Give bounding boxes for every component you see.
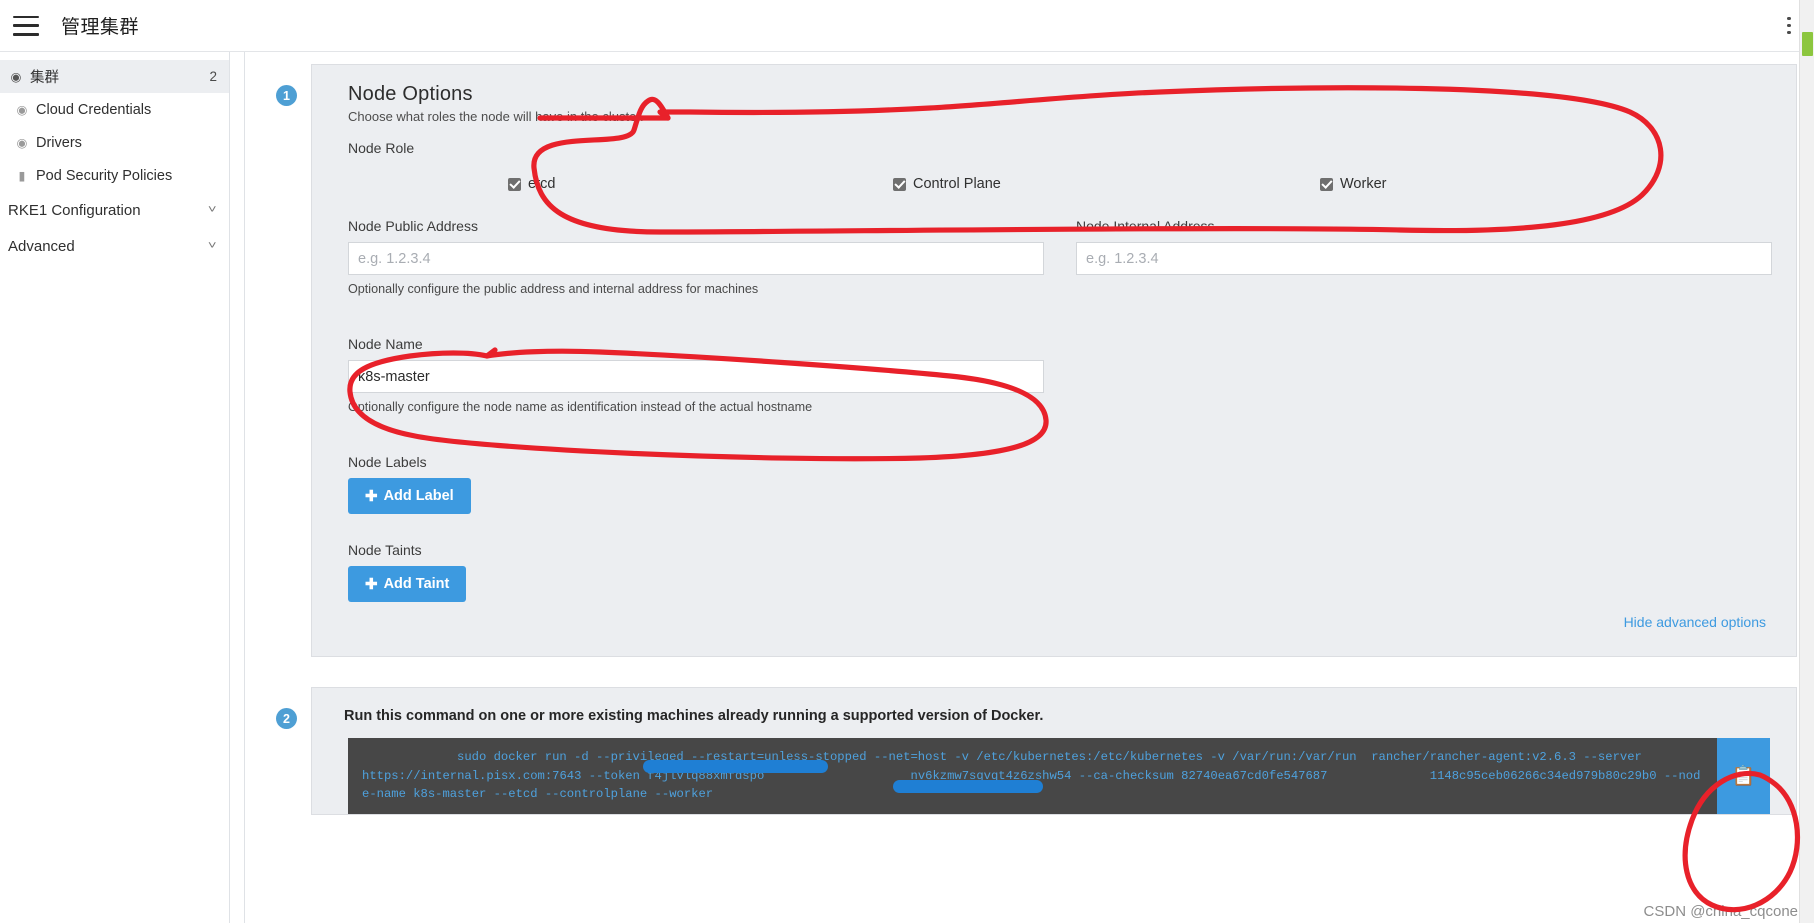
page-scrollbar[interactable] [1799, 0, 1814, 923]
node-name-input[interactable] [348, 360, 1044, 393]
command-line-1: sudo docker run -d --privileged --restar… [457, 750, 1642, 764]
sidebar-nav: ◉ 集群 2 ◉ Cloud Credentials ◉ Drivers ▮ P… [0, 60, 229, 264]
sidebar-section-label: RKE1 Configuration [8, 201, 141, 219]
sidebar-item-label: Cloud Credentials [36, 101, 152, 118]
sidebar-item-label: Pod Security Policies [36, 167, 173, 184]
hamburger-menu-icon[interactable] [13, 15, 39, 36]
node-public-address-label: Node Public Address [348, 218, 478, 234]
copy-command-button[interactable]: 📋 [1717, 738, 1770, 814]
docker-command-block: sudo docker run -d --privileged --restar… [348, 738, 1770, 814]
node-internal-address-label: Node Internal Address [1076, 218, 1215, 234]
redaction-bar [643, 760, 828, 773]
chevron-down-icon: ˅ [207, 240, 217, 252]
sidebar-section-rke1-configuration[interactable]: RKE1 Configuration ˅ [0, 192, 229, 228]
globe-icon: ◉ [16, 103, 28, 117]
add-label-button-text: Add Label [383, 488, 454, 504]
node-labels-group: Node Labels ✚ Add Label [348, 454, 1772, 514]
hide-advanced-options-link[interactable]: Hide advanced options [1624, 614, 1766, 630]
node-name-label: Node Name [348, 336, 423, 352]
add-taint-button-text: Add Taint [383, 576, 450, 592]
body-wrapper: ◉ 集群 2 ◉ Cloud Credentials ◉ Drivers ▮ P… [0, 52, 1814, 923]
internal-address-group: Node Internal Address [1076, 218, 1772, 275]
docker-command-instruction: Run this command on one or more existing… [344, 708, 1044, 724]
sidebar-section-advanced[interactable]: Advanced ˅ [0, 228, 229, 264]
checkbox-label: Control Plane [913, 176, 1001, 192]
sidebar-item-label: 集群 [30, 70, 59, 86]
node-labels-label: Node Labels [348, 454, 427, 470]
plus-icon: ✚ [365, 576, 378, 593]
node-taints-label: Node Taints [348, 542, 422, 558]
node-options-panel: 1 Node Options Choose what roles the nod… [276, 64, 1797, 657]
node-name-help-text: Optionally configure the node name as id… [348, 400, 813, 414]
chevron-down-icon: ˅ [207, 204, 217, 216]
redaction-bar [893, 780, 1043, 793]
checkbox-etcd[interactable]: etcd [508, 176, 893, 192]
sidebar-gutter [230, 52, 245, 923]
watermark-text: CSDN @china_cqcone [1643, 903, 1798, 920]
node-options-subtitle: Choose what roles the node will have in … [348, 109, 644, 124]
add-label-button[interactable]: ✚ Add Label [348, 478, 471, 514]
step-2-badge: 2 [276, 708, 297, 729]
docker-command-text[interactable]: sudo docker run -d --privileged --restar… [348, 738, 1717, 814]
node-public-address-input[interactable] [348, 242, 1044, 275]
sidebar: ◉ 集群 2 ◉ Cloud Credentials ◉ Drivers ▮ P… [0, 52, 230, 923]
page-title: 管理集群 [61, 17, 140, 38]
scrollbar-thumb[interactable] [1802, 32, 1813, 56]
globe-icon: ◉ [16, 136, 28, 150]
address-help-text: Optionally configure the public address … [348, 282, 759, 296]
node-name-group: Node Name Optionally configure the node … [348, 336, 1060, 414]
checkbox-checked-icon [508, 177, 521, 191]
add-taint-button[interactable]: ✚ Add Taint [348, 566, 467, 602]
step-1-badge: 1 [276, 85, 297, 106]
top-bar: 管理集群 [0, 0, 1814, 52]
folder-icon: ▮ [18, 169, 26, 183]
sidebar-item-label: Drivers [36, 134, 82, 151]
checkbox-checked-icon [1320, 177, 1333, 191]
advanced-options-row: Hide advanced options [348, 602, 1772, 636]
address-fields-row: Node Public Address Node Internal Addres… [348, 218, 1772, 275]
node-internal-address-input[interactable] [1076, 242, 1772, 275]
checkbox-worker[interactable]: Worker [1320, 176, 1386, 192]
checkbox-label: etcd [528, 176, 556, 192]
sidebar-section-label: Advanced [8, 237, 75, 255]
public-address-group: Node Public Address [348, 218, 1044, 275]
node-taints-group: Node Taints ✚ Add Taint [348, 542, 1772, 602]
sidebar-item-cloud-credentials[interactable]: ◉ Cloud Credentials [0, 93, 229, 126]
node-role-checkbox-group: etcd Control Plane Worker [348, 176, 1772, 192]
clipboard-copy-icon: 📋 [1731, 765, 1756, 787]
sidebar-item-drivers[interactable]: ◉ Drivers [0, 126, 229, 159]
sidebar-item-clusters[interactable]: ◉ 集群 2 [0, 60, 229, 93]
docker-command-panel: 2 Run this command on one or more existi… [276, 687, 1797, 815]
kebab-menu-icon[interactable] [1778, 14, 1800, 38]
plus-icon: ✚ [365, 488, 378, 505]
command-line-3: name k8s-master --etcd --controlplane --… [376, 787, 714, 801]
sidebar-item-badge: 2 [209, 69, 217, 84]
checkbox-checked-icon [893, 177, 906, 191]
globe-icon: ◉ [10, 70, 22, 84]
sidebar-item-pod-security-policies[interactable]: ▮ Pod Security Policies [0, 159, 229, 192]
checkbox-control-plane[interactable]: Control Plane [893, 176, 1320, 192]
main-content: 1 Node Options Choose what roles the nod… [245, 52, 1814, 923]
node-role-label: Node Role [348, 140, 415, 156]
node-options-title: Node Options [348, 83, 473, 105]
checkbox-label: Worker [1340, 176, 1387, 192]
